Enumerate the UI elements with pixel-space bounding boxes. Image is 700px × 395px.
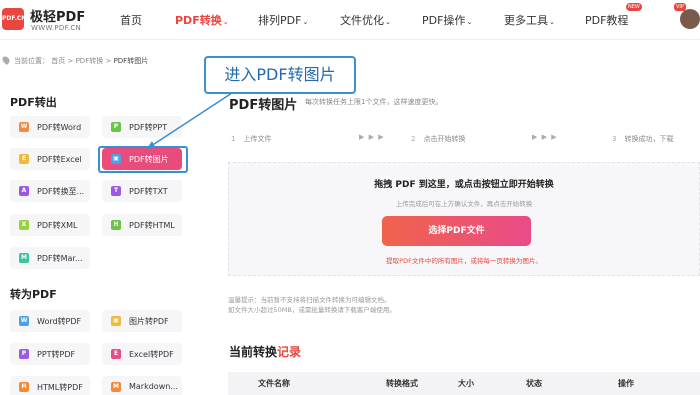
nav-more-tools[interactable]: 更多工具⌄ xyxy=(504,12,555,28)
column-header-size: 大小 xyxy=(458,379,474,388)
section-title-pdf-out: PDF转出 xyxy=(10,96,57,109)
nav-pdf-convert[interactable]: PDF转换⌄ xyxy=(175,12,229,28)
html-icon: H xyxy=(19,382,29,392)
location-pin-icon xyxy=(1,55,11,65)
page-title: PDF转图片 xyxy=(229,98,298,113)
annotation-callout: 进入PDF转图片 xyxy=(204,56,356,94)
tool-pdf-to-txt[interactable]: T PDF转TXT xyxy=(102,180,182,202)
top-header: PDF.CN 极轻PDF WWW.PDF.CN 首页 PDF转换⌄ 排列PDF⌄… xyxy=(0,0,700,40)
upload-title: 拖拽 PDF 到这里，或点击按钮立即开始转换 xyxy=(374,180,554,190)
logo-icon[interactable]: PDF.CN xyxy=(2,8,26,30)
html-icon: H xyxy=(111,220,121,230)
nav-home[interactable]: 首页 xyxy=(120,12,142,28)
markdown-icon: M xyxy=(111,382,121,392)
upload-note: 提取PDF文件中的所有图片，或将每一页转换为图片。 xyxy=(386,257,542,265)
chevron-down-icon: ⌄ xyxy=(549,18,555,26)
breadcrumb: 当前位置： 首页 > PDF转换 > PDF转图片 xyxy=(1,55,149,66)
tool-pdf-to-ppt[interactable]: P PDF转PPT xyxy=(102,116,182,138)
column-header-format: 转换格式 xyxy=(386,379,418,388)
tool-pdf-to-markdown[interactable]: M PDF转Mar... xyxy=(10,247,90,269)
page-subtitle: 每次转换任务上限1个文件，这样速度更快。 xyxy=(305,98,443,106)
column-header-status: 状态 xyxy=(526,379,542,388)
tool-word-to-pdf[interactable]: W Word转PDF xyxy=(10,310,90,332)
logo-name[interactable]: 极轻PDF xyxy=(30,6,85,25)
pdfa-icon: A xyxy=(19,186,29,196)
annotation-highlight-box xyxy=(98,146,188,173)
tool-html-to-pdf[interactable]: H HTML转PDF xyxy=(10,376,90,395)
excel-icon: E xyxy=(19,154,29,164)
tool-pdf-to-pdfa[interactable]: A PDF转换至... xyxy=(10,180,90,202)
txt-icon: T xyxy=(111,186,121,196)
excel-icon: E xyxy=(111,349,121,359)
step-download: 3 转换成功，下载 xyxy=(612,135,674,143)
nav-arrange-pdf[interactable]: 排列PDF⌄ xyxy=(258,12,308,28)
tool-pdf-to-xml[interactable]: X PDF转XML xyxy=(10,214,90,236)
word-icon: W xyxy=(19,122,29,132)
chevron-down-icon: ⌄ xyxy=(466,18,473,26)
column-header-filename: 文件名称 xyxy=(258,379,290,388)
tool-pdf-to-word[interactable]: W PDF转Word xyxy=(10,116,90,138)
chevron-down-icon: ⌄ xyxy=(302,18,309,26)
breadcrumb-parent[interactable]: PDF转换 xyxy=(76,57,104,65)
word-icon: W xyxy=(19,316,29,326)
progress-steps: 1 上传文件 ▶ ▶ ▶ 2 点击开始转换 ▶ ▶ ▶ 3 转换成功，下载 xyxy=(228,130,700,148)
step-arrows-icon: ▶ ▶ ▶ xyxy=(532,133,558,141)
nav-pdf-tutorial[interactable]: PDF教程 xyxy=(585,12,628,28)
chevron-down-icon: ⌄ xyxy=(222,18,229,26)
upload-subtitle: 上传完成后可在上方确认文件，再点击开始转换 xyxy=(395,200,533,208)
avatar[interactable] xyxy=(680,9,700,29)
records-title: 当前转换记录 xyxy=(229,345,302,359)
breadcrumb-home[interactable]: 首页 xyxy=(51,57,65,65)
tool-ppt-to-pdf[interactable]: P PPT转PDF xyxy=(10,343,90,365)
tool-excel-to-pdf[interactable]: E Excel转PDF xyxy=(102,343,182,365)
tool-pdf-to-html[interactable]: H PDF转HTML xyxy=(102,214,182,236)
image-icon: ▣ xyxy=(111,316,121,326)
step-upload: 1 上传文件 xyxy=(231,135,272,143)
tips-text: 温馨提示：当前暂不支持将扫描文件转换为可编辑文档。 如文件大小超过50MB，或需… xyxy=(228,296,396,314)
tool-pdf-to-excel[interactable]: E PDF转Excel xyxy=(10,148,90,170)
step-arrows-icon: ▶ ▶ ▶ xyxy=(359,133,385,141)
nav-file-optimize[interactable]: 文件优化⌄ xyxy=(340,12,391,28)
section-title-to-pdf: 转为PDF xyxy=(10,288,57,301)
ppt-icon: P xyxy=(19,349,29,359)
logo-url: WWW.PDF.CN xyxy=(31,24,82,32)
xml-icon: X xyxy=(19,220,29,230)
new-badge: NEW xyxy=(626,3,642,11)
ppt-icon: P xyxy=(111,122,121,132)
tool-markdown-to-pdf[interactable]: M Markdown... xyxy=(102,376,182,395)
chevron-down-icon: ⌄ xyxy=(385,18,391,26)
column-header-actions: 操作 xyxy=(618,379,634,388)
records-table-header: 文件名称 转换格式 大小 状态 操作 xyxy=(228,372,700,395)
breadcrumb-current: PDF转图片 xyxy=(113,57,149,65)
upload-dropzone[interactable]: 拖拽 PDF 到这里，或点击按钮立即开始转换 上传完成后可在上方确认文件，再点击… xyxy=(228,162,700,276)
step-start: 2 点击开始转换 xyxy=(411,135,466,143)
nav-pdf-operations[interactable]: PDF操作⌄ xyxy=(422,12,472,28)
select-pdf-button[interactable]: 选择PDF文件 xyxy=(382,216,531,246)
tool-image-to-pdf[interactable]: ▣ 图片转PDF xyxy=(102,310,182,332)
tool-sidebar: PDF转出 W PDF转Word P PDF转PPT E PDF转Excel ▣… xyxy=(0,70,200,395)
markdown-icon: M xyxy=(19,253,29,263)
